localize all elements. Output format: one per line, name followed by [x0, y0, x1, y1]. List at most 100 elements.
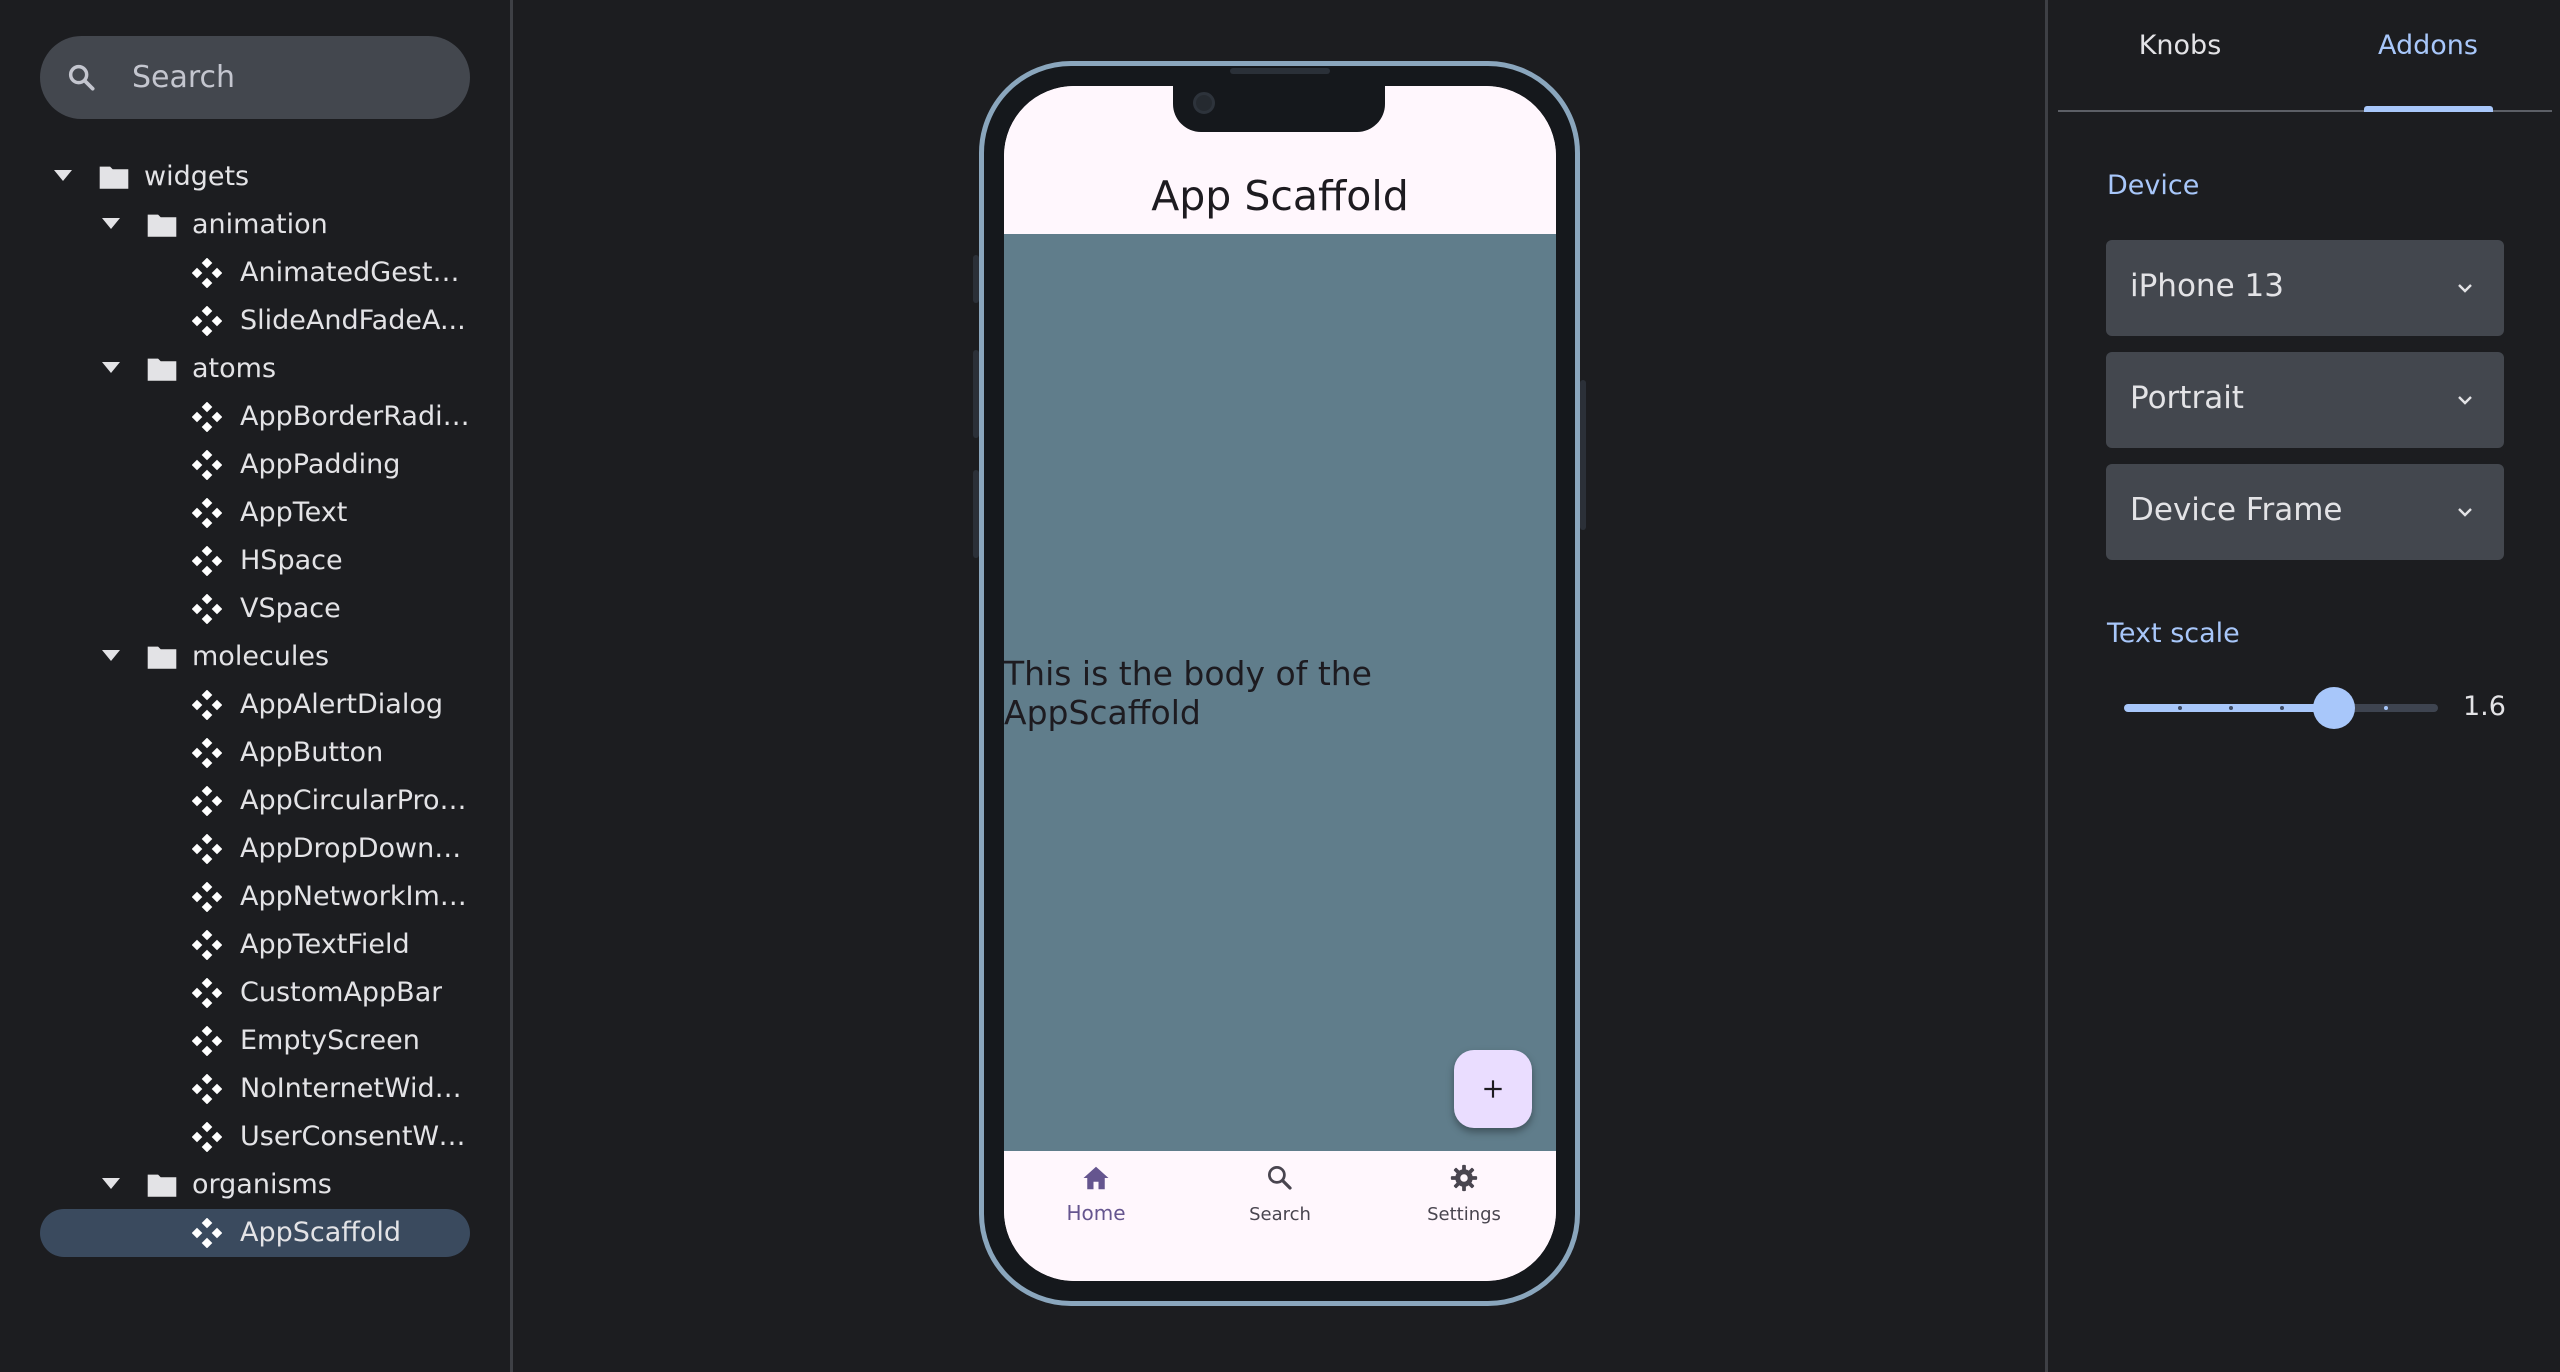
body-text: This is the body of the AppScaffold	[1004, 653, 1372, 732]
component-icon	[192, 690, 222, 720]
expand-caret-icon[interactable]	[102, 1178, 120, 1189]
component-icon	[192, 1074, 222, 1104]
component-icon	[192, 1122, 222, 1152]
phone-speaker	[1230, 68, 1330, 74]
component-icon	[192, 450, 222, 480]
tree-folder-label: molecules	[192, 641, 330, 672]
tree-story-label: AppNetworkIma...	[240, 881, 470, 912]
tree-story-item[interactable]: VSpace	[0, 585, 512, 633]
tree-story-label: AppBorderRadius	[240, 401, 470, 432]
tree-story-item[interactable]: AppText	[0, 489, 512, 537]
gear-icon	[1450, 1164, 1478, 1192]
tree-story-item[interactable]: AppPadding	[0, 441, 512, 489]
tree-folder[interactable]: widgets	[0, 153, 512, 201]
tree-story-item[interactable]: CustomAppBar	[0, 969, 512, 1017]
tree-story-item[interactable]: UserConsentWi...	[0, 1113, 512, 1161]
search-icon	[1268, 1166, 1292, 1190]
component-icon	[192, 786, 222, 816]
sidebar: widgets animation AnimatedGestur... SlideAn…	[0, 0, 512, 1372]
component-icon	[192, 402, 222, 432]
search-input[interactable]	[132, 36, 452, 119]
orientation-select[interactable]: Portrait	[2106, 352, 2504, 448]
tree-story-item[interactable]: AppDropDownW...	[0, 825, 512, 873]
phone-power-button	[1580, 380, 1586, 530]
tree-story-item[interactable]: AnimatedGestur...	[0, 249, 512, 297]
tree-folder[interactable]: organisms	[0, 1161, 512, 1209]
tree-story-item[interactable]: AppButton	[0, 729, 512, 777]
bottom-navigation-bar: Home Search Settings	[1004, 1151, 1556, 1281]
folder-icon	[147, 1174, 177, 1197]
tree-story-label: AppScaffold	[240, 1217, 402, 1248]
chevron-down-icon	[2458, 396, 2472, 405]
nav-item-home[interactable]: Home	[1004, 1151, 1188, 1281]
device-select[interactable]: iPhone 13	[2106, 240, 2504, 336]
sidebar-divider	[510, 0, 513, 1372]
component-icon	[192, 498, 222, 528]
search-icon	[68, 64, 95, 91]
component-icon	[192, 834, 222, 864]
tree-story-label: EmptyScreen	[240, 1025, 420, 1056]
tree-story-label: AppPadding	[240, 449, 401, 480]
nav-label-home: Home	[1066, 1201, 1126, 1225]
tree-story-item[interactable]: AppBorderRadius	[0, 393, 512, 441]
component-icon	[192, 738, 222, 768]
tree-folder[interactable]: molecules	[0, 633, 512, 681]
folder-icon	[147, 646, 177, 669]
tree-story-label: AppText	[240, 497, 348, 528]
nav-label-search: Search	[1249, 1204, 1311, 1225]
tree-story-label: AppDropDownW...	[240, 833, 470, 864]
tree-story-item[interactable]: AppCircularProg...	[0, 777, 512, 825]
tab-knobs[interactable]: Knobs	[2100, 30, 2260, 80]
add-icon	[1484, 1080, 1502, 1098]
tree-folder[interactable]: atoms	[0, 345, 512, 393]
tree-folder[interactable]: animation	[0, 201, 512, 249]
component-icon	[192, 1026, 222, 1056]
tree-story-item[interactable]: SlideAndFadeA...	[0, 297, 512, 345]
nav-item-search[interactable]: Search	[1188, 1151, 1372, 1281]
chevron-down-icon	[2458, 508, 2472, 517]
component-icon	[192, 306, 222, 336]
active-tab-indicator	[2364, 106, 2493, 112]
tree-story-label: AnimatedGestur...	[240, 257, 470, 288]
tree-story-label: AppCircularProg...	[240, 785, 470, 816]
text-scale-title: Text scale	[2107, 618, 2240, 649]
tab-addons[interactable]: Addons	[2348, 30, 2508, 80]
tree-story-label: AppTextField	[240, 929, 410, 960]
expand-caret-icon[interactable]	[102, 650, 120, 661]
tree-story-item[interactable]: AppAlertDialog	[0, 681, 512, 729]
nav-item-settings[interactable]: Settings	[1372, 1151, 1556, 1281]
frame-select[interactable]: Device Frame	[2106, 464, 2504, 560]
search-box[interactable]	[40, 36, 470, 119]
tree-story-label: AppAlertDialog	[240, 689, 444, 720]
text-scale-value: 1.6	[2463, 691, 2506, 722]
nav-label-settings: Settings	[1427, 1204, 1501, 1225]
chevron-down-icon	[2458, 284, 2472, 293]
tree-story-item[interactable]: AppTextField	[0, 921, 512, 969]
slider-tick	[2178, 706, 2182, 710]
tree-story-item[interactable]: NoInternetWidget	[0, 1065, 512, 1113]
component-icon	[192, 546, 222, 576]
tree-story-item[interactable]: EmptyScreen	[0, 1017, 512, 1065]
tree-folder-label: organisms	[192, 1169, 332, 1200]
phone-camera	[1193, 92, 1215, 114]
tree-story-label: VSpace	[240, 593, 341, 624]
tree-story-item[interactable]: HSpace	[0, 537, 512, 585]
orientation-select-value: Portrait	[2130, 380, 2244, 416]
fab-add-button[interactable]	[1454, 1050, 1532, 1128]
slider-active-track[interactable]	[2124, 704, 2332, 712]
tree-story-label: NoInternetWidget	[240, 1073, 470, 1104]
expand-caret-icon[interactable]	[102, 218, 120, 229]
expand-caret-icon[interactable]	[54, 170, 72, 181]
device-section-title: Device	[2107, 170, 2200, 201]
tree-folder-label: widgets	[144, 161, 250, 192]
tree-story-item[interactable]: AppScaffold	[0, 1209, 512, 1257]
text-scale-slider-thumb[interactable]	[2313, 687, 2355, 729]
expand-caret-icon[interactable]	[102, 362, 120, 373]
folder-icon	[147, 358, 177, 381]
component-icon	[192, 930, 222, 960]
slider-tick	[2229, 706, 2233, 710]
component-icon	[192, 978, 222, 1008]
tree-story-item[interactable]: AppNetworkIma...	[0, 873, 512, 921]
slider-tick	[2280, 706, 2284, 710]
storybook-app: widgets animation AnimatedGestur... SlideAn…	[0, 0, 2560, 1372]
